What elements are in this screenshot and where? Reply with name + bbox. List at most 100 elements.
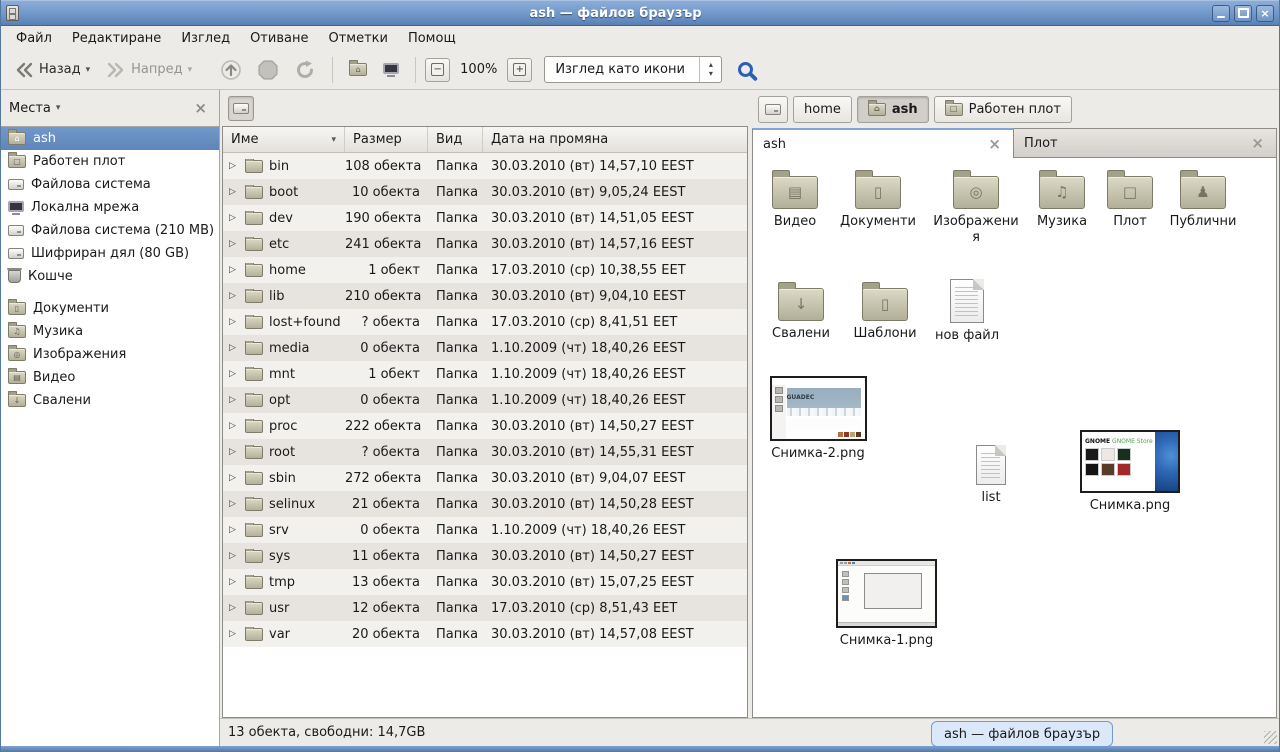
sidebar-item-pictures[interactable]: ◎ Изображения — [1, 343, 219, 366]
icon-item-snimka2[interactable]: GUADEC Снимка-2.png — [769, 376, 867, 462]
forward-chevron-icon[interactable]: ▾ — [188, 65, 193, 75]
sidebar-item-encrypted[interactable]: Шифриран дял (80 GB) — [1, 242, 219, 265]
expander-icon[interactable]: ▷ — [229, 603, 239, 613]
column-header-type[interactable]: Вид — [428, 127, 483, 152]
expander-icon[interactable]: ▷ — [229, 551, 239, 561]
menu-edit[interactable]: Редактиране — [63, 29, 170, 48]
spinner-icon[interactable]: ▴▾ — [699, 57, 721, 82]
table-row[interactable]: ▷bin108 обектаПапка30.03.2010 (вт) 14,57… — [223, 153, 747, 179]
tab-plot[interactable]: Плот × — [1014, 128, 1277, 158]
sidebar-item-trash[interactable]: Кошче — [1, 265, 219, 288]
icon-item-pictures[interactable]: ◎ Изображения — [930, 168, 1022, 245]
root-drive-button[interactable] — [228, 96, 254, 121]
tab-close-icon[interactable]: × — [986, 135, 1003, 153]
sidebar-item-music[interactable]: ♫ Музика — [1, 320, 219, 343]
computer-button[interactable] — [376, 58, 406, 82]
expander-icon[interactable]: ▷ — [229, 421, 239, 431]
icon-item-documents[interactable]: ▯ Документи — [834, 168, 922, 230]
pathbar-ash-button[interactable]: ⌂ ash — [857, 96, 929, 123]
expander-icon[interactable]: ▷ — [229, 499, 239, 509]
expander-icon[interactable]: ▷ — [229, 187, 239, 197]
table-row[interactable]: ▷tmp13 обектаПапка30.03.2010 (вт) 15,07,… — [223, 569, 747, 595]
sidebar-item-filesystem[interactable]: Файлова система — [1, 173, 219, 196]
icon-item-snimka[interactable]: GNOME GNOME Store Снимка.png — [1079, 430, 1181, 514]
menu-bookmarks[interactable]: Отметки — [319, 29, 396, 48]
tab-close-icon[interactable]: × — [1249, 134, 1266, 152]
close-button[interactable]: × — [1256, 5, 1274, 22]
icon-item-list[interactable]: list — [947, 442, 1035, 506]
table-row[interactable]: ▷srv0 обектаПапка1.10.2009 (чт) 18,40,26… — [223, 517, 747, 543]
column-header-date[interactable]: Дата на промяна — [483, 127, 747, 152]
column-header-size[interactable]: Размер — [345, 127, 428, 152]
stop-button[interactable] — [251, 55, 285, 85]
expander-icon[interactable]: ▷ — [229, 629, 239, 639]
expander-icon[interactable]: ▷ — [229, 369, 239, 379]
expander-icon[interactable]: ▷ — [229, 317, 239, 327]
icon-item-videos[interactable]: ▤ Видео — [752, 168, 839, 230]
menu-file[interactable]: Файл — [7, 29, 61, 48]
table-row[interactable]: ▷sbin272 обектаПапка30.03.2010 (вт) 9,04… — [223, 465, 747, 491]
resize-grip[interactable] — [1264, 731, 1277, 744]
sidebar-item-documents[interactable]: ▯ Документи — [1, 297, 219, 320]
expander-icon[interactable]: ▷ — [229, 525, 239, 535]
expander-icon[interactable]: ▷ — [229, 213, 239, 223]
table-row[interactable]: ▷var20 обектаПапка30.03.2010 (вт) 14,57,… — [223, 621, 747, 647]
column-header-name[interactable]: Име ▾ — [223, 127, 345, 152]
expander-icon[interactable]: ▷ — [229, 265, 239, 275]
table-row[interactable]: ▷usr12 обектаПапка17.03.2010 (ср) 8,51,4… — [223, 595, 747, 621]
table-row[interactable]: ▷lost+found? обектаПапка17.03.2010 (ср) … — [223, 309, 747, 335]
expander-icon[interactable]: ▷ — [229, 395, 239, 405]
icon-item-downloads[interactable]: ↓ Свалени — [757, 280, 845, 342]
icon-item-public[interactable]: ♟ Публични — [1159, 168, 1247, 230]
menu-help[interactable]: Помощ — [399, 29, 465, 48]
pathbar-home-button[interactable]: home — [793, 96, 852, 123]
expander-icon[interactable]: ▷ — [229, 291, 239, 301]
sidebar-close-icon[interactable]: × — [190, 99, 211, 117]
expander-icon[interactable]: ▷ — [229, 239, 239, 249]
icon-item-new-file[interactable]: нов файл — [923, 276, 1011, 344]
table-row[interactable]: ▷selinux21 обектаПапка30.03.2010 (вт) 14… — [223, 491, 747, 517]
table-row[interactable]: ▷dev190 обектаПапка30.03.2010 (вт) 14,51… — [223, 205, 747, 231]
expander-icon[interactable]: ▷ — [229, 577, 239, 587]
table-row[interactable]: ▷home1 обектПапка17.03.2010 (ср) 10,38,5… — [223, 257, 747, 283]
pathbar-desktop-button[interactable]: □ Работен плот — [934, 96, 1072, 123]
forward-button[interactable]: Напред ▾ — [99, 56, 199, 84]
table-row[interactable]: ▷etc241 обектаПапка30.03.2010 (вт) 14,57… — [223, 231, 747, 257]
reload-button[interactable] — [287, 54, 323, 86]
zoom-in-button[interactable]: + — [507, 58, 532, 82]
table-row[interactable]: ▷media0 обектаПапка1.10.2009 (чт) 18,40,… — [223, 335, 747, 361]
pathbar-root-button[interactable] — [758, 96, 788, 123]
back-chevron-icon[interactable]: ▾ — [86, 65, 91, 75]
menu-view[interactable]: Изглед — [172, 29, 239, 48]
table-row[interactable]: ▷lib210 обектаПапка30.03.2010 (вт) 9,04,… — [223, 283, 747, 309]
table-row[interactable]: ▷root? обектаПапка30.03.2010 (вт) 14,55,… — [223, 439, 747, 465]
icon-item-snimka1[interactable]: Снимка-1.png — [836, 559, 937, 649]
view-mode-select[interactable]: Изглед като икони ▴▾ — [544, 56, 722, 83]
sidebar-item-videos[interactable]: ▤ Видео — [1, 366, 219, 389]
sidebar-title-select[interactable]: Места ▾ — [9, 101, 190, 116]
sidebar-item-ash[interactable]: ⌂ ash — [1, 127, 219, 150]
table-row[interactable]: ▷boot10 обектаПапка30.03.2010 (вт) 9,05,… — [223, 179, 747, 205]
menu-go[interactable]: Отиване — [241, 29, 317, 48]
table-row[interactable]: ▷proc222 обектаПапка30.03.2010 (вт) 14,5… — [223, 413, 747, 439]
expander-icon[interactable]: ▷ — [229, 161, 239, 171]
table-row[interactable]: ▷opt0 обектаПапка1.10.2009 (чт) 18,40,26… — [223, 387, 747, 413]
home-button[interactable]: ⌂ — [342, 58, 374, 81]
icon-view[interactable]: ▤ Видео ▯ Документи ◎ Изображения ♫ Музи… — [752, 158, 1277, 718]
up-button[interactable] — [213, 54, 249, 86]
zoom-out-button[interactable]: − — [425, 58, 450, 82]
tab-ash[interactable]: ash × — [752, 128, 1014, 158]
table-row[interactable]: ▷mnt1 обектПапка1.10.2009 (чт) 18,40,26 … — [223, 361, 747, 387]
expander-icon[interactable]: ▷ — [229, 447, 239, 457]
maximize-button[interactable] — [1234, 5, 1252, 22]
table-row[interactable]: ▷sys11 обектаПапка30.03.2010 (вт) 14,50,… — [223, 543, 747, 569]
sidebar-item-downloads[interactable]: ↓ Свалени — [1, 389, 219, 412]
sidebar-item-filesystem-210mb[interactable]: Файлова система (210 MB) — [1, 219, 219, 242]
search-icon[interactable] — [738, 62, 753, 77]
back-button[interactable]: Назад ▾ — [7, 56, 97, 84]
expander-icon[interactable]: ▷ — [229, 473, 239, 483]
minimize-button[interactable] — [1212, 5, 1230, 22]
expander-icon[interactable]: ▷ — [229, 343, 239, 353]
sidebar-item-desktop[interactable]: □ Работен плот — [1, 150, 219, 173]
icon-item-templates[interactable]: ▯ Шаблони — [841, 280, 929, 342]
